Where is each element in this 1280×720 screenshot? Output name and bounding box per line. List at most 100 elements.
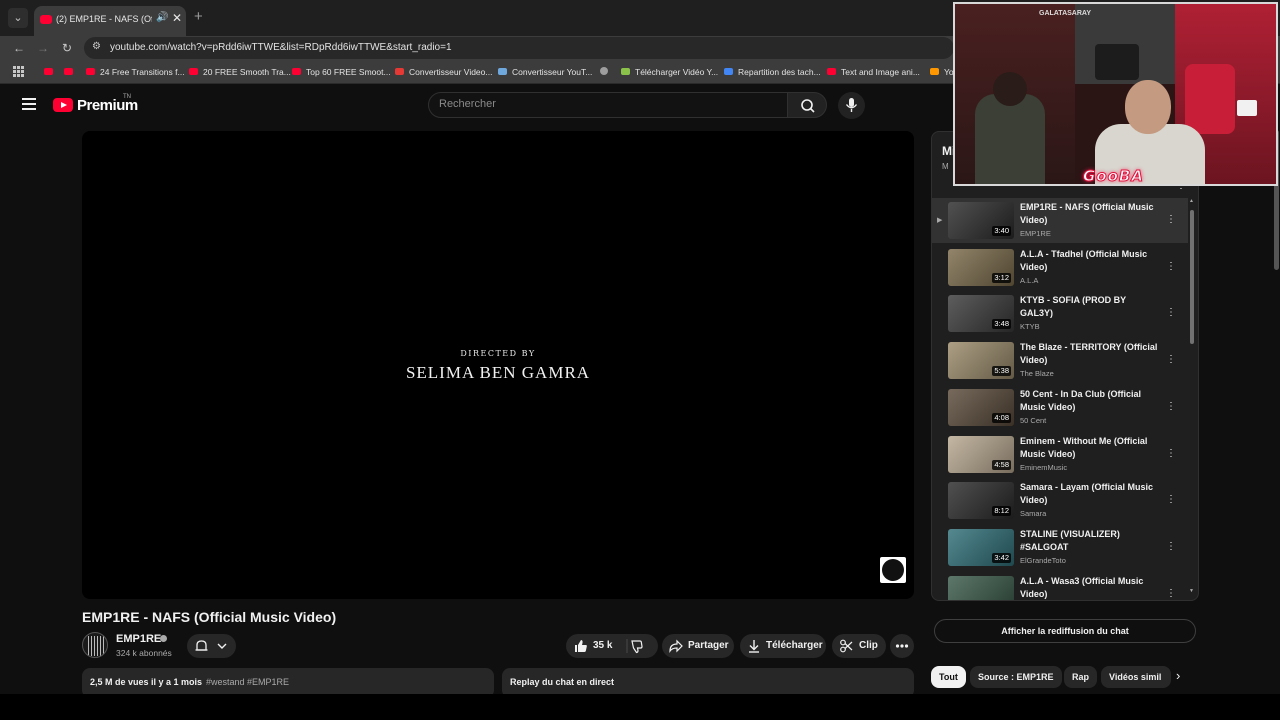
reload-icon[interactable]: ↻ [58, 39, 76, 57]
playlist-item-thumbnail[interactable]: 3:40 [948, 202, 1014, 239]
playlist-item-channel: EminemMusic [1020, 462, 1068, 472]
webcam-wall-sign [1237, 100, 1257, 116]
youtube-play-icon [53, 98, 73, 112]
bookmark-item[interactable]: 20 FREE Smooth Tra... [189, 66, 291, 78]
playlist-item-title[interactable]: STALINE (VISUALIZER) #SALGOAT [1020, 528, 1160, 554]
audio-playing-icon[interactable]: 🔊 [156, 12, 168, 23]
tab-close-icon[interactable]: ✕ [172, 11, 182, 25]
bookmark-youtube-1[interactable] [44, 66, 58, 78]
playlist-item-thumbnail[interactable]: 3:48 [948, 295, 1014, 333]
chip-source[interactable]: Source : EMP1RE [970, 666, 1062, 688]
more-vertical-icon[interactable]: ⋮ [1166, 214, 1176, 225]
playlist-item-title[interactable]: KTYB - SOFIA (PROD BY GAL3Y) [1020, 294, 1160, 320]
menu-icon[interactable] [22, 98, 36, 110]
like-count[interactable]: 35 k [593, 634, 612, 658]
new-tab-icon[interactable]: + [194, 9, 203, 25]
bookmark-globe[interactable] [600, 66, 613, 78]
playlist-item-title[interactable]: A.L.A - Tfadhel (Official Music Video) [1020, 248, 1160, 274]
search-input[interactable] [439, 98, 769, 110]
playlist-item-title[interactable]: Samara - Layam (Official Music Video) [1020, 481, 1160, 507]
playlist-item-title[interactable]: EMP1RE - NAFS (Official Music Video) [1020, 201, 1160, 227]
site-info-icon[interactable]: ⚙ [92, 41, 101, 52]
more-vertical-icon[interactable]: ⋮ [1166, 541, 1176, 552]
bookmark-item[interactable]: Convertisseur YouT... [498, 66, 592, 78]
bookmark-item[interactable]: Yo [930, 66, 954, 78]
more-vertical-icon[interactable]: ⋮ [1166, 307, 1176, 318]
playlist-item-channel: A.L.A [1020, 275, 1039, 285]
subscribed-bell-button[interactable] [187, 634, 236, 658]
playlist-item-duration: 3:48 [992, 319, 1011, 330]
more-vertical-icon[interactable]: ⋮ [1166, 401, 1176, 412]
channel-watermark-icon[interactable] [880, 557, 906, 583]
clip-button[interactable]: Clip [832, 634, 886, 658]
chip-all[interactable]: Tout [931, 666, 966, 688]
description-hashtags[interactable]: #westand #EMP1RE [206, 677, 289, 687]
playlist-item[interactable]: 8:12 Samara - Layam (Official Music Video… [932, 478, 1188, 523]
more-vertical-icon[interactable]: ⋮ [1166, 261, 1176, 272]
more-vertical-icon[interactable]: ⋮ [1166, 588, 1176, 599]
download-icon [749, 640, 759, 653]
playlist-item-duration: 3:12 [992, 272, 1011, 283]
browser-tab[interactable]: (2) EMP1RE - NAFS (Official 🔊 ✕ [34, 6, 186, 36]
bookmark-item[interactable]: Convertisseur Video... [395, 66, 492, 78]
playlist-item-thumbnail[interactable]: 8:12 [948, 482, 1014, 520]
playlist-item-title[interactable]: The Blaze - TERRITORY (Official Video) [1020, 341, 1160, 367]
playlist-item-thumbnail[interactable]: 4:58 [948, 435, 1014, 473]
address-bar[interactable]: ⚙ youtube.com/watch?v=pRdd6iwTTWE&list=R… [84, 37, 954, 59]
tab-search-chevron-icon[interactable]: ⌄ [8, 8, 28, 28]
channel-avatar[interactable] [82, 632, 108, 658]
playlist-scrollbar[interactable] [1190, 210, 1194, 344]
chevron-right-icon[interactable]: › [1176, 668, 1180, 683]
share-button[interactable]: Partager [662, 634, 734, 658]
playlist-item-duration: 3:42 [992, 552, 1011, 563]
playlist-item-thumbnail[interactable] [948, 575, 1014, 600]
playlist-item-thumbnail[interactable]: 5:38 [948, 342, 1014, 380]
bookmark-item[interactable]: Top 60 FREE Smoot... [292, 66, 391, 78]
search-button[interactable] [787, 92, 827, 118]
more-vertical-icon[interactable]: ⋮ [1166, 448, 1176, 459]
playlist-item[interactable]: 3:12 A.L.A - Tfadhel (Official Music Vide… [932, 245, 1188, 290]
playlist-item-thumbnail[interactable]: 4:08 [948, 388, 1014, 426]
playlist-item[interactable]: 5:38 The Blaze - TERRITORY (Official Vide… [932, 338, 1188, 383]
share-icon [669, 639, 683, 653]
apps-grid-icon[interactable] [13, 66, 24, 77]
playlist-item[interactable]: ▶ 3:40 EMP1RE - NAFS (Official Music Video… [932, 198, 1188, 243]
voice-search-button[interactable] [838, 92, 865, 119]
microphone-icon [845, 98, 858, 112]
bookmark-item[interactable]: Télécharger Vidéo Y... [621, 66, 718, 78]
playlist-item[interactable]: 4:08 50 Cent - In Da Club (Official Music… [932, 385, 1188, 430]
bookmark-item[interactable]: Repartition des tach... [724, 66, 821, 78]
playlist-item-duration: 3:40 [992, 226, 1011, 236]
puzzle-icon [930, 68, 939, 75]
more-actions-button[interactable] [890, 634, 914, 658]
chip-rap[interactable]: Rap [1064, 666, 1098, 688]
show-chat-replay-button[interactable]: Afficher la rediffusion du chat [934, 619, 1196, 643]
playlist-item-title[interactable]: Eminem - Without Me (Official Music Vide… [1020, 435, 1160, 461]
chip-similar-videos[interactable]: Vidéos simil [1101, 666, 1171, 688]
playlist-item-title[interactable]: 50 Cent - In Da Club (Official Music Vid… [1020, 388, 1160, 414]
playlist-item[interactable]: A.L.A - Wasa3 (Official Music Video) ⋮ [932, 572, 1188, 600]
bookmark-item[interactable]: 24 Free Transitions f... [86, 66, 185, 78]
webcam-jersey-frame [1095, 44, 1139, 80]
scroll-down-icon[interactable]: ▼ [1189, 588, 1194, 594]
playlist-item[interactable]: 3:48 KTYB - SOFIA (PROD BY GAL3Y) KTYB ⋮ [932, 291, 1188, 336]
webcam-background-text: GALATASARAY [1039, 10, 1091, 17]
playlist-item-thumbnail[interactable]: 3:12 [948, 248, 1014, 286]
more-vertical-icon[interactable]: ⋮ [1166, 354, 1176, 365]
video-player[interactable]: DIRECTED BY SELIMA BEN GAMRA [82, 131, 914, 599]
playlist-item-thumbnail[interactable]: 3:42 [948, 528, 1014, 566]
back-icon[interactable]: ← [10, 39, 28, 57]
playlist-item-title[interactable]: A.L.A - Wasa3 (Official Music Video) [1020, 575, 1160, 600]
url-text[interactable]: youtube.com/watch?v=pRdd6iwTTWE&list=RDp… [110, 42, 452, 53]
forward-icon[interactable]: → [34, 39, 52, 57]
more-vertical-icon[interactable]: ⋮ [1166, 494, 1176, 505]
playlist-item[interactable]: 4:58 Eminem - Without Me (Official Music … [932, 432, 1188, 477]
bookmark-youtube-2[interactable] [64, 66, 78, 78]
playlist-item[interactable]: 3:42 STALINE (VISUALIZER) #SALGOAT ElGrand… [932, 525, 1188, 570]
playlist-items: ▶ 3:40 EMP1RE - NAFS (Official Music Video… [932, 198, 1188, 600]
scroll-up-icon[interactable]: ▲ [1189, 198, 1194, 204]
bell-icon [195, 640, 227, 651]
download-button[interactable]: Télécharger [740, 634, 826, 658]
channel-name[interactable]: EMP1RE [116, 633, 161, 645]
bookmark-item[interactable]: Text and Image ani... [827, 66, 920, 78]
